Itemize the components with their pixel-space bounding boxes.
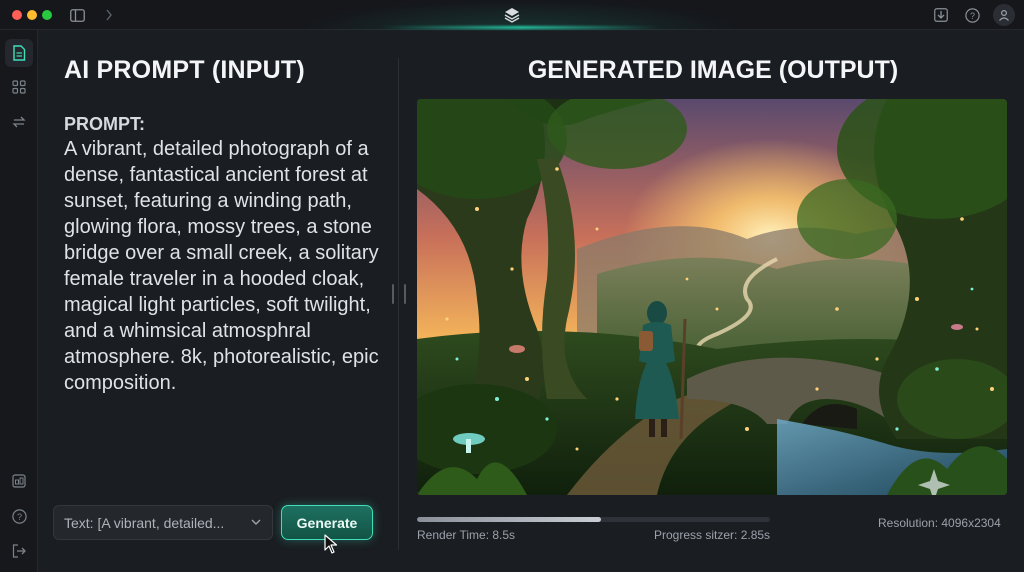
render-progress-fill xyxy=(417,517,601,522)
chevron-down-icon xyxy=(250,515,262,531)
mouse-cursor-icon xyxy=(324,534,338,559)
input-panel-title: AI PROMPT (INPUT) xyxy=(64,56,305,84)
resize-handle-right[interactable] xyxy=(404,284,406,304)
close-window-button[interactable] xyxy=(12,10,22,20)
prompt-label: PROMPT: xyxy=(64,114,145,134)
swap-icon[interactable] xyxy=(5,108,33,136)
account-icon[interactable] xyxy=(993,4,1015,26)
text-input-select[interactable]: Text: [A vibrant, detailed... xyxy=(53,505,273,540)
layers-logo-icon xyxy=(503,6,521,24)
title-bar: ? xyxy=(0,0,1024,30)
generated-image[interactable] xyxy=(417,99,1007,495)
title-glow-line xyxy=(380,26,660,29)
minimize-window-button[interactable] xyxy=(27,10,37,20)
maximize-window-button[interactable] xyxy=(42,10,52,20)
progress-text: Progress sitzer: 2.85s xyxy=(654,528,771,542)
text-select-value: Text: [A vibrant, detailed... xyxy=(64,514,225,531)
sidebar: ? xyxy=(0,30,38,572)
resize-handle-left[interactable] xyxy=(392,284,394,304)
panel-divider xyxy=(398,58,399,550)
render-progress-bar xyxy=(417,517,770,522)
sidebar-toggle-icon[interactable] xyxy=(68,6,86,24)
download-icon[interactable] xyxy=(932,6,950,24)
svg-text:?: ? xyxy=(969,11,974,21)
svg-text:?: ? xyxy=(16,512,21,522)
logout-icon[interactable] xyxy=(5,537,33,565)
output-panel-title: GENERATED IMAGE (OUTPUT) xyxy=(527,56,899,84)
document-icon[interactable] xyxy=(5,39,33,67)
grid-icon[interactable] xyxy=(5,73,33,101)
sidebar-help-icon[interactable]: ? xyxy=(5,502,33,530)
chevron-right-icon[interactable] xyxy=(100,6,118,24)
resolution-text: Resolution: 4096x2304 xyxy=(878,516,1001,530)
prompt-text: A vibrant, detailed photograph of a dens… xyxy=(64,138,379,394)
media-icon[interactable] xyxy=(5,467,33,495)
render-time-text: Render Time: 8.5s xyxy=(417,528,516,542)
help-icon[interactable]: ? xyxy=(963,6,981,24)
forest-scene-illustration xyxy=(417,99,1007,495)
